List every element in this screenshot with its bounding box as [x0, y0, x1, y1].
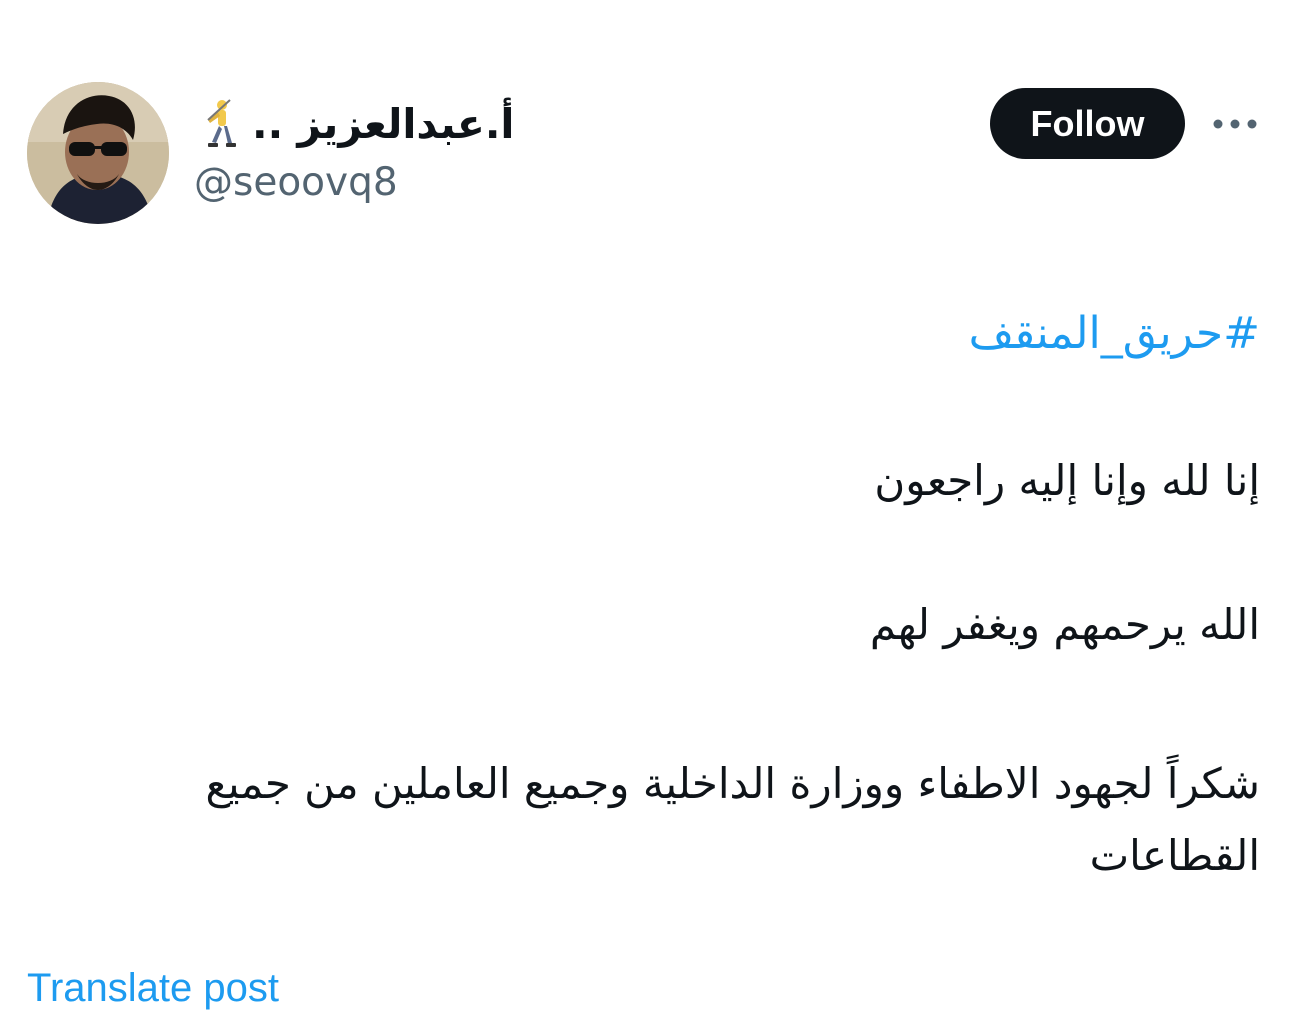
avatar[interactable] [27, 82, 169, 224]
post-view: أ.عبدالعزيز .. @seoovq8 Follow #حريق_الم… [0, 0, 1290, 1023]
post-hashtag[interactable]: #حريق_المنقف [120, 308, 1260, 359]
more-horizontal-icon [1213, 119, 1257, 129]
golfer-icon [200, 98, 238, 150]
author-display-name[interactable]: أ.عبدالعزيز .. [200, 94, 514, 154]
post-text-paragraph: شكراً لجهود الاطفاء ووزارة الداخلية وجمي… [205, 759, 1260, 880]
follow-button[interactable]: Follow [990, 88, 1185, 159]
display-name-text: أ.عبدالعزيز .. [252, 100, 515, 148]
post-text-line: إنا لله وإنا إليه راجعون [874, 456, 1260, 505]
more-options-button[interactable] [1210, 108, 1260, 140]
post-text-line: الله يرحمهم ويغفر لهم [869, 600, 1260, 649]
avatar-photo [27, 82, 169, 224]
translate-post-link[interactable]: Translate post [27, 966, 279, 1011]
author-handle[interactable]: @seoovq8 [194, 160, 398, 205]
